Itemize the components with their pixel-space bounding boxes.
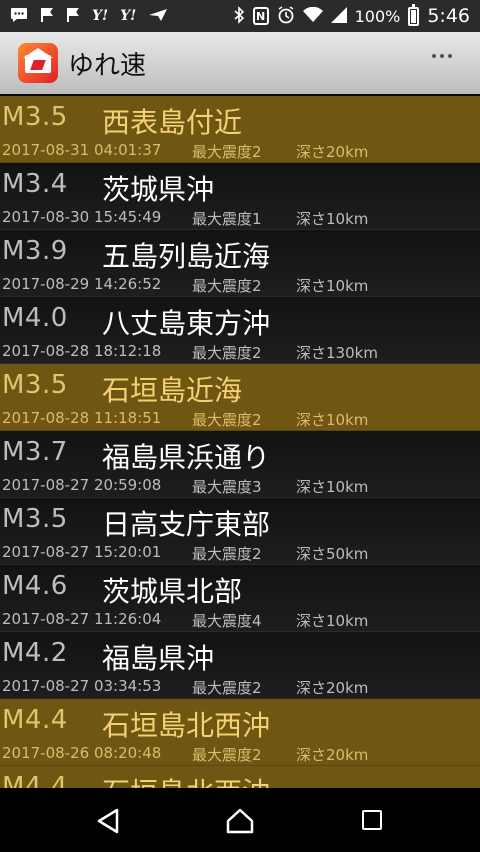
battery-icon [408, 3, 420, 26]
quake-row[interactable]: M3.4 茨城県沖 2017-08-30 15:45:49 最大震度1 深さ10… [0, 163, 480, 230]
quake-shindo: 最大震度2 [192, 411, 262, 429]
quake-place: 五島列島近海 [102, 240, 271, 273]
quake-row[interactable]: M4.0 八丈島東方沖 2017-08-28 18:12:18 最大震度2 深さ… [0, 297, 480, 364]
quake-datetime: 2017-08-27 20:59:08 [2, 476, 162, 494]
quake-row[interactable]: M3.7 福島県浜通り 2017-08-27 20:59:08 最大震度3 深さ… [0, 431, 480, 498]
send-icon [148, 8, 168, 25]
alarm-icon [277, 5, 295, 27]
quake-datetime: 2017-08-31 04:01:37 [2, 141, 162, 159]
yahoo-icon: Y! [92, 8, 109, 24]
quake-datetime: 2017-08-30 15:45:49 [2, 208, 162, 226]
quake-row[interactable]: M4.2 福島県沖 2017-08-27 03:34:53 最大震度2 深さ20… [0, 632, 480, 699]
flag-icon [66, 7, 80, 26]
quake-depth: 深さ10km [296, 612, 369, 630]
quake-depth: 深さ20km [296, 143, 369, 161]
quake-row[interactable]: M3.5 西表島付近 2017-08-31 04:01:37 最大震度2 深さ2… [0, 96, 480, 163]
battery-percent: 100% [354, 6, 401, 26]
quake-magnitude: M4.0 [2, 303, 68, 333]
quake-depth: 深さ20km [296, 746, 369, 764]
overflow-menu-icon[interactable] [432, 54, 452, 58]
quake-place: 石垣島北西沖 [102, 771, 270, 788]
quake-row[interactable]: M4.6 茨城県北部 2017-08-27 11:26:04 最大震度4 深さ1… [0, 565, 480, 632]
quake-datetime: 2017-08-28 11:18:51 [2, 409, 162, 427]
yahoo-icon: Y! [120, 8, 137, 24]
quake-shindo: 最大震度1 [192, 210, 262, 228]
quake-shindo: 最大震度4 [192, 612, 262, 630]
quake-magnitude: M3.5 [2, 370, 68, 400]
chat-icon [10, 7, 28, 26]
quake-depth: 深さ10km [296, 277, 369, 295]
quake-magnitude: M3.9 [2, 236, 68, 266]
bluetooth-icon [233, 5, 245, 27]
clock: 5:46 [427, 5, 470, 27]
quake-shindo: 最大震度2 [192, 277, 262, 295]
notification-icons: Y! Y! [0, 7, 168, 26]
app-logo-icon [18, 43, 58, 83]
quake-place: 日高支庁東部 [102, 508, 271, 541]
quake-row[interactable]: M4.4 石垣島北西沖 2017-08-26 08:20:48 最大震度2 深さ… [0, 699, 480, 766]
quake-magnitude: M4.4 [2, 772, 68, 788]
quake-datetime: 2017-08-28 18:12:18 [2, 342, 162, 360]
quake-magnitude: M4.2 [2, 638, 68, 668]
quake-place: 石垣島近海 [102, 374, 243, 407]
earthquake-list[interactable]: M3.5 西表島付近 2017-08-31 04:01:37 最大震度2 深さ2… [0, 96, 480, 788]
app-title: ゆれ速 [68, 50, 147, 81]
quake-magnitude: M3.7 [2, 437, 68, 467]
quake-place: 茨城県北部 [102, 575, 243, 608]
quake-magnitude: M3.5 [2, 102, 68, 132]
quake-place: 西表島付近 [102, 106, 243, 139]
quake-row[interactable]: M4.4 石垣島北西沖 [0, 766, 480, 788]
quake-place: 八丈島東方沖 [102, 307, 271, 340]
quake-datetime: 2017-08-27 11:26:04 [2, 610, 162, 628]
back-icon[interactable] [96, 808, 120, 838]
quake-magnitude: M3.4 [2, 169, 68, 199]
nfc-icon: N [252, 7, 269, 25]
quake-depth: 深さ10km [296, 210, 369, 228]
quake-row[interactable]: M3.5 日高支庁東部 2017-08-27 15:20:01 最大震度2 深さ… [0, 498, 480, 565]
quake-depth: 深さ50km [296, 545, 369, 563]
quake-magnitude: M4.4 [2, 705, 68, 735]
quake-magnitude: M4.6 [2, 571, 68, 601]
quake-shindo: 最大震度3 [192, 478, 262, 496]
status-bar: Y! Y! N 100% 5:46 [0, 0, 480, 32]
quake-place: 福島県沖 [102, 642, 215, 675]
quake-place: 茨城県沖 [102, 173, 215, 206]
quake-depth: 深さ20km [296, 679, 369, 697]
quake-magnitude: M3.5 [2, 504, 68, 534]
quake-depth: 深さ130km [296, 344, 378, 362]
navigation-bar [0, 788, 480, 852]
quake-shindo: 最大震度2 [192, 344, 262, 362]
app-bar: ゆれ速 [0, 32, 480, 96]
quake-shindo: 最大震度2 [192, 679, 262, 697]
quake-row[interactable]: M3.9 五島列島近海 2017-08-29 14:26:52 最大震度2 深さ… [0, 230, 480, 297]
flag-icon [40, 7, 54, 26]
quake-row[interactable]: M3.5 石垣島近海 2017-08-28 11:18:51 最大震度2 深さ1… [0, 364, 480, 431]
quake-shindo: 最大震度2 [192, 545, 262, 563]
signal-icon [330, 6, 347, 26]
quake-shindo: 最大震度2 [192, 746, 262, 764]
quake-datetime: 2017-08-29 14:26:52 [2, 275, 162, 293]
quake-place: 石垣島北西沖 [102, 709, 271, 742]
quake-shindo: 最大震度2 [192, 143, 262, 161]
quake-depth: 深さ10km [296, 411, 369, 429]
wifi-icon [302, 6, 323, 26]
home-icon[interactable] [226, 808, 254, 838]
quake-datetime: 2017-08-27 03:34:53 [2, 677, 162, 695]
quake-place: 福島県浜通り [102, 441, 271, 474]
quake-depth: 深さ10km [296, 478, 369, 496]
recents-icon[interactable] [362, 810, 382, 830]
quake-datetime: 2017-08-27 15:20:01 [2, 543, 162, 561]
system-icons: N 100% 5:46 [233, 0, 470, 32]
quake-datetime: 2017-08-26 08:20:48 [2, 744, 162, 762]
